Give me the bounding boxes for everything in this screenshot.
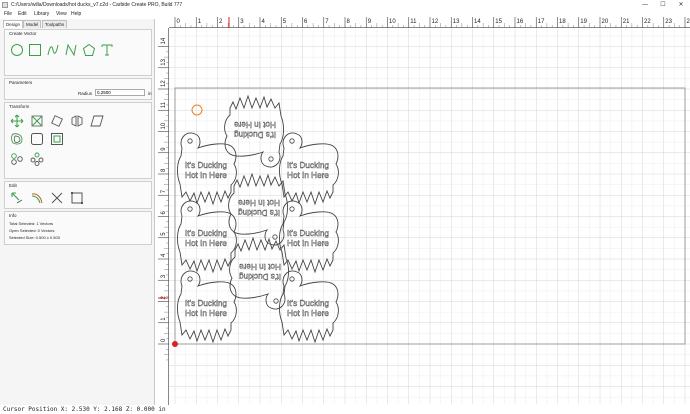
ruler-label-x: 9	[368, 19, 372, 25]
ruler-label-x: 22	[644, 19, 651, 25]
origin-marker	[172, 341, 178, 347]
ruler-label-y: 13	[161, 58, 167, 65]
ruler-label-x: 14	[474, 19, 481, 25]
ruler-label-x: 8	[347, 19, 351, 25]
ruler-label-x: 3	[240, 19, 244, 25]
duck-text-line1: It's Ducking	[185, 161, 228, 170]
ruler-label-y: 12	[161, 80, 167, 87]
duck-text-line1: It's Ducking	[287, 161, 330, 170]
duck-text-line1: It's Ducking	[287, 299, 330, 308]
duck-text-line2: Hot In Here	[185, 239, 227, 248]
ruler-label-x: 19	[580, 19, 587, 25]
duck-text-line2: Hot In Here	[238, 198, 280, 207]
design-canvas[interactable]: It's DuckingHot In HereIt's DuckingHot I…	[0, 0, 690, 414]
ruler-label-x: 11	[410, 19, 417, 25]
duck-text-line1: It's Ducking	[185, 299, 228, 308]
duck-text-line1: It's Ducking	[234, 130, 277, 139]
duck-text-line1: It's Ducking	[239, 272, 282, 281]
ruler-label-x: 1	[198, 19, 202, 25]
ruler-label-x: 21	[623, 19, 630, 25]
ruler-label-x: 7	[325, 19, 329, 25]
duck-text-line2: Hot In Here	[287, 171, 329, 180]
ruler-label-x: 12	[432, 19, 439, 25]
duck-text-line2: Hot In Here	[234, 120, 276, 129]
ruler-label-y: 14	[161, 37, 167, 44]
ruler-label-x: 16	[517, 19, 524, 25]
ruler-label-x: 18	[559, 19, 566, 25]
ruler-label-x: 0	[177, 19, 181, 25]
ruler-label-x: 17	[538, 19, 545, 25]
vertical-ruler-ticks: 14131211109876543210	[158, 37, 169, 361]
ruler-label-x: 6	[304, 19, 308, 25]
ruler-label-x: 13	[453, 19, 460, 25]
duck-text-line1: It's Ducking	[185, 229, 228, 238]
duck-text-line1: It's Ducking	[287, 229, 330, 238]
status-bar: Cursor Position X: 2.530 Y: 2.168 Z: 0.0…	[0, 405, 690, 414]
ruler-label-x: 4	[262, 19, 266, 25]
duck-text-line2: Hot In Here	[185, 171, 227, 180]
ruler-label-x: 15	[495, 19, 502, 25]
ruler-label-x: 24	[687, 19, 690, 25]
ruler-label-x: 10	[389, 19, 396, 25]
horizontal-ruler-ticks: 0123456789101112131415161718192021222324	[174, 17, 690, 28]
duck-text-line2: Hot In Here	[287, 239, 329, 248]
ruler-label-y: 10	[161, 122, 167, 129]
ruler-label-x: 20	[602, 19, 609, 25]
ruler-label-x: 2	[219, 19, 223, 25]
ruler-label-x: 23	[665, 19, 672, 25]
duck-text-line2: Hot In Here	[287, 309, 329, 318]
ruler-label-x: 5	[283, 19, 287, 25]
duck-text-line1: It's Ducking	[238, 208, 281, 217]
ruler-label-y: 11	[161, 101, 167, 108]
duck-text-line2: Hot In Here	[239, 262, 281, 271]
duck-text-line2: Hot In Here	[185, 309, 227, 318]
